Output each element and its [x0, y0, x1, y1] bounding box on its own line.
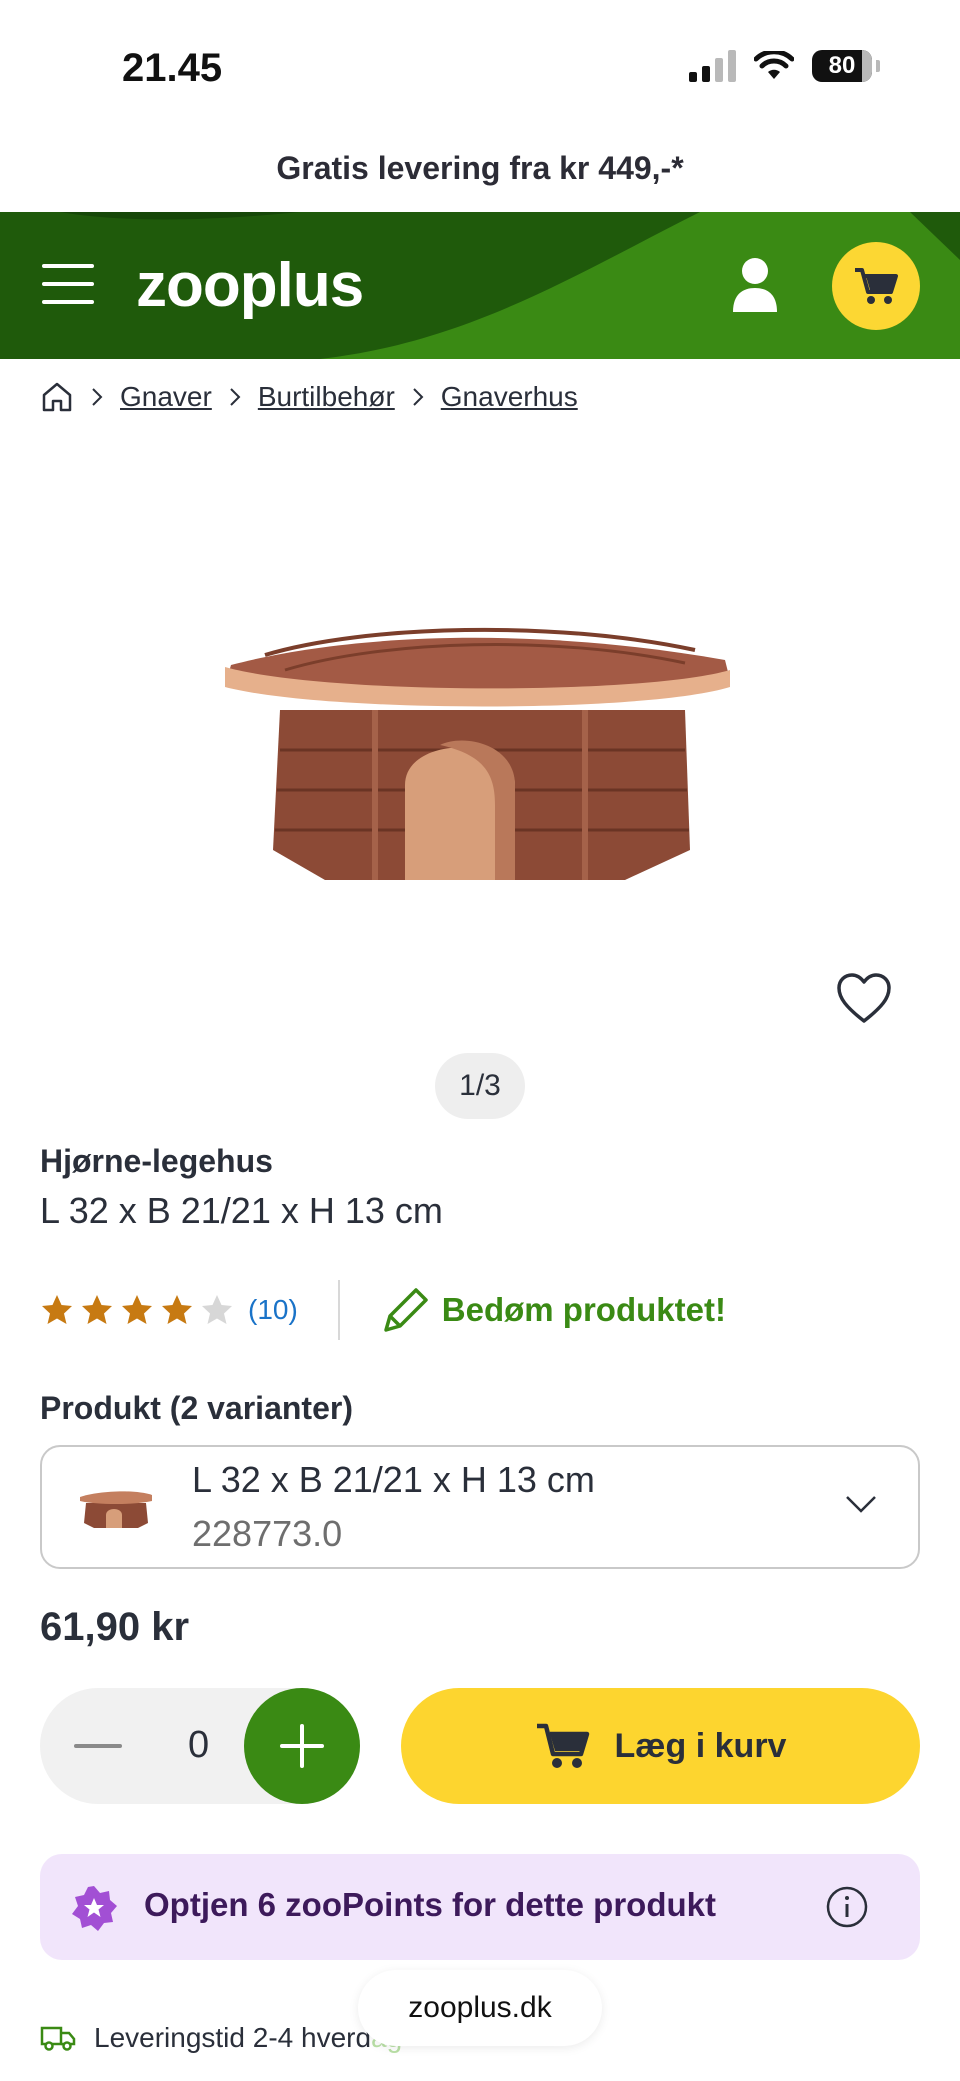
breadcrumb: Gnaver Burtilbehør Gnaverhus [40, 380, 578, 414]
add-to-cart-button[interactable]: Læg i kurv [401, 1688, 920, 1804]
cellular-signal-icon [689, 50, 736, 82]
breadcrumb-link-gnaver[interactable]: Gnaver [120, 381, 212, 413]
star-icon [42, 1295, 72, 1324]
zoopoints-text: Optjen 6 zooPoints for dette produkt [144, 1886, 716, 1923]
chevron-right-icon [413, 388, 424, 406]
star-icon [122, 1295, 152, 1324]
chevron-right-icon [92, 388, 103, 406]
header-cart-button[interactable] [832, 242, 920, 330]
status-icons: 80 [689, 50, 880, 82]
browser-url-pill[interactable]: zooplus.dk [358, 1970, 602, 2046]
wifi-icon [754, 51, 794, 79]
site-header: zooplus [0, 212, 960, 359]
cart-icon [855, 268, 898, 304]
breadcrumb-link-burtilbehor[interactable]: Burtilbehør [258, 381, 395, 413]
quantity-increase-button[interactable] [244, 1688, 360, 1804]
free-shipping-banner[interactable]: Gratis levering fra kr 449,-* [0, 150, 960, 187]
breadcrumb-link-gnaverhus[interactable]: Gnaverhus [441, 381, 578, 413]
chevron-right-icon [230, 388, 241, 406]
product-size: L 32 x B 21/21 x H 13 cm [40, 1190, 443, 1231]
battery-level: 80 [828, 52, 856, 79]
status-time: 21.45 [122, 46, 223, 90]
star-icon [202, 1295, 232, 1324]
zooplus-logo[interactable]: zooplus [136, 250, 364, 321]
rating-row: (10) Bedøm produktet! [40, 1280, 726, 1340]
quantity-decrease-button[interactable] [74, 1744, 122, 1748]
heart-icon[interactable] [836, 973, 892, 1025]
variant-title: L 32 x B 21/21 x H 13 cm [192, 1459, 595, 1500]
variant-thumbnail [80, 1491, 152, 1528]
quantity-value[interactable]: 0 [188, 1724, 209, 1767]
status-bar: 21.45 80 [0, 0, 960, 140]
variant-select[interactable]: L 32 x B 21/21 x H 13 cm 228773.0 [40, 1445, 920, 1569]
delivery-info: Leveringstid 2-4 hverdag [40, 2022, 402, 2054]
quantity-stepper: 0 [40, 1688, 360, 1804]
rate-product-link[interactable]: Bedøm produktet! [380, 1284, 726, 1336]
pencil-icon [384, 1288, 428, 1332]
info-icon[interactable] [826, 1886, 868, 1928]
star-icon [162, 1295, 192, 1324]
menu-icon[interactable] [42, 264, 94, 304]
zoopoints-banner: Optjen 6 zooPoints for dette produkt [40, 1854, 920, 1960]
star-icon [82, 1295, 112, 1324]
variant-label: Produkt (2 varianter) [40, 1390, 353, 1426]
battery-icon: 80 [812, 50, 872, 82]
product-price: 61,90 kr [40, 1605, 190, 1649]
divider [337, 1280, 340, 1340]
zoopoints-icon [72, 1886, 117, 1931]
delivery-text: Leveringstid 2-4 hverdag [94, 2022, 402, 2053]
gallery-counter: 1/3 [435, 1053, 525, 1119]
add-to-cart-label: Læg i kurv [614, 1726, 787, 1765]
home-icon[interactable] [40, 380, 74, 414]
user-icon[interactable] [730, 256, 780, 312]
cart-icon [536, 1723, 589, 1768]
product-name: Hjørne-legehus [40, 1143, 273, 1179]
truck-icon [40, 2026, 76, 2051]
review-count-link[interactable]: (10) [248, 1294, 298, 1326]
rate-product-label: Bedøm produktet! [441, 1291, 726, 1328]
product-image[interactable] [225, 615, 735, 890]
variant-sku: 228773.0 [192, 1513, 343, 1554]
chevron-down-icon [846, 1496, 876, 1513]
star-rating[interactable] [40, 1293, 234, 1327]
